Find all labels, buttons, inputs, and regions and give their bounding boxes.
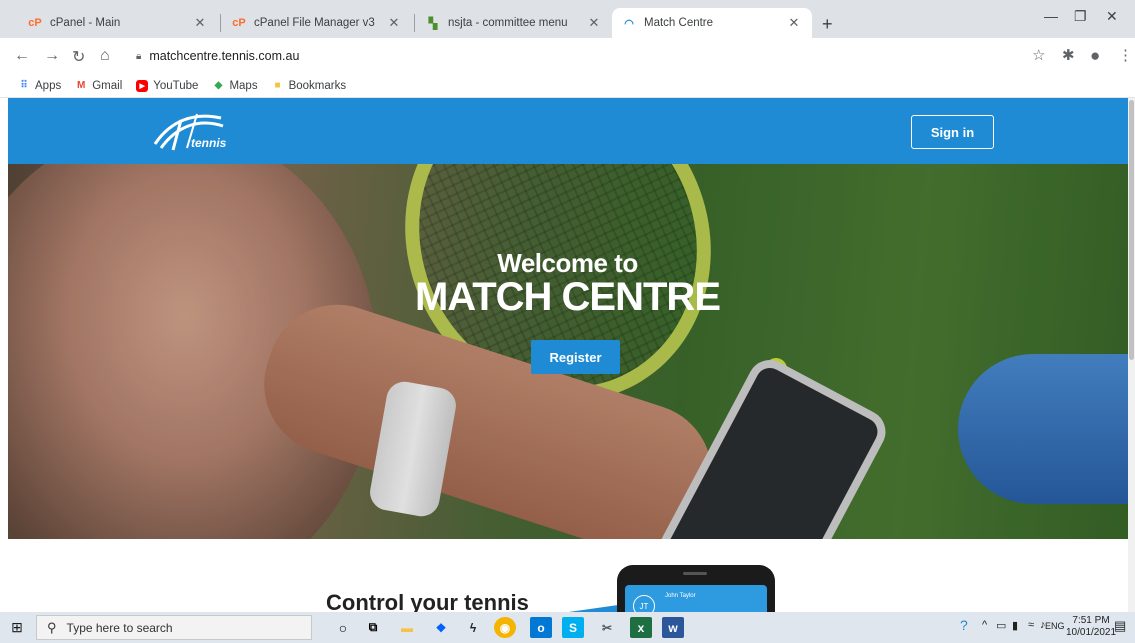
folder-icon: ■ [274,80,281,91]
apps-grid-icon: ⠿ [20,80,28,91]
minimize-button[interactable]: — [1044,8,1058,24]
clock-date: 10/01/2021 [1066,627,1117,638]
snipping-tool-icon[interactable]: ✂ [596,617,618,638]
logo-text: tennis [191,136,227,150]
bookmark-star-icon[interactable]: ☆ [1032,46,1045,64]
app-preview-screen: JT John Taylor [625,585,767,612]
profile-icon[interactable]: ● [1090,46,1100,66]
phone-speaker [683,572,707,575]
windows-taskbar: ⊞ ⚲ Type here to search ○ ⧉ ▬ ❖ ϟ ◉ o S … [0,612,1135,643]
network-icon[interactable]: ▭ [996,619,1006,632]
tab-cpanel-main[interactable]: cP cPanel - Main ✕ [18,8,218,38]
help-icon[interactable]: ? [960,617,968,633]
tab-divider [220,14,221,32]
close-icon[interactable]: ✕ [586,15,602,31]
nsjta-icon: ▚ [428,17,438,30]
avatar: JT [633,595,655,612]
bookmark-label: YouTube [153,79,199,92]
site-header: tennis Sign in [8,98,1128,164]
search-placeholder: Type here to search [66,620,173,635]
wifi-icon[interactable]: ≈ [1028,619,1034,631]
taskbar-clock[interactable]: 7:51 PM 10/01/2021 [1066,615,1116,639]
word-icon[interactable]: w [662,617,684,638]
bookmark-label: Maps [229,79,258,92]
tab-title: Match Centre [644,17,714,29]
lock-icon: 🔒︎ [136,50,142,62]
cpanel-icon: cP [232,17,246,29]
tab-title: nsjta - committee menu [448,17,568,29]
bookmark-label: Gmail [92,79,123,92]
close-icon[interactable]: ✕ [386,15,402,31]
start-button[interactable]: ⊞ [0,612,34,643]
tennis-logo-icon: ◠ [624,17,634,30]
browser-tabstrip: cP cPanel - Main ✕ cP cPanel File Manage… [0,0,1135,38]
file-explorer-icon[interactable]: ▬ [396,617,418,638]
close-icon[interactable]: ✕ [786,15,802,31]
dropbox-icon[interactable]: ❖ [430,617,452,638]
taskbar-search-box[interactable]: ⚲ Type here to search [36,615,312,640]
gmail-icon: M [77,80,86,91]
restore-button[interactable]: ❐ [1074,8,1087,25]
section-heading: Control your tennis [326,590,529,612]
notifications-icon[interactable]: ▤ [1114,618,1126,634]
reload-button[interactable]: ↻ [72,47,85,67]
chevron-up-icon[interactable]: ^ [982,619,987,631]
app-bolt-icon[interactable]: ϟ [462,617,484,638]
decorative-flag [560,604,620,612]
app-preview-phone: JT John Taylor [617,565,775,612]
windows-logo-icon: ⊞ [11,619,23,635]
task-view-icon[interactable]: ⧉ [362,617,384,638]
register-button[interactable]: Register [531,340,620,374]
new-tab-button[interactable]: + [822,14,833,35]
tab-divider [414,14,415,32]
forward-button[interactable]: → [44,47,60,65]
bookmarks-bar: ⠿ Apps M Gmail ▶ YouTube ◆ Maps ■ Bookma… [0,74,1135,98]
clock-time: 7:51 PM [1072,615,1110,626]
sign-in-button[interactable]: Sign in [911,115,994,149]
tennis-logo[interactable]: tennis [151,110,231,152]
tab-title: cPanel - Main [50,17,121,29]
scrollbar-thumb[interactable] [1129,100,1134,360]
close-icon[interactable]: ✕ [192,15,208,31]
bookmark-maps[interactable]: ◆ Maps [212,79,258,92]
chrome-icon[interactable]: ◉ [494,617,516,638]
web-page: tennis Sign in Welcome to MATCH CENTRE R… [8,98,1128,612]
page-scrollbar[interactable] [1128,98,1135,612]
back-button[interactable]: ← [14,47,30,65]
cpanel-icon: cP [28,17,42,29]
hero-title: MATCH CENTRE [414,275,721,319]
language-indicator[interactable]: ENG [1045,621,1065,631]
menu-icon[interactable]: ⋮ [1118,46,1133,64]
outlook-icon[interactable]: o [530,617,552,638]
maps-icon: ◆ [214,80,223,91]
browser-toolbar: ← → ↻ ⌂ 🔒︎ matchcentre.tennis.com.au ☆ ✱… [0,38,1135,74]
bookmark-gmail[interactable]: M Gmail [75,80,122,92]
bookmark-folder[interactable]: ■ Bookmarks [272,80,347,92]
extensions-icon[interactable]: ✱ [1062,46,1075,64]
address-bar[interactable]: 🔒︎ matchcentre.tennis.com.au [126,43,1026,69]
bookmark-apps[interactable]: ⠿ Apps [18,80,61,92]
youtube-icon: ▶ [136,79,149,92]
bookmark-label: Apps [35,79,62,92]
tab-cpanel-file-manager[interactable]: cP cPanel File Manager v3 ✕ [222,8,412,38]
close-window-button[interactable]: ✕ [1106,8,1118,25]
search-icon: ⚲ [47,619,57,635]
app-user-name: John Taylor [665,593,696,599]
tab-nsjta-committee[interactable]: ▚ nsjta - committee menu ✕ [416,8,612,38]
skype-icon[interactable]: S [562,617,584,638]
url-text: matchcentre.tennis.com.au [149,49,300,63]
battery-icon[interactable]: ▮ [1012,619,1018,632]
bookmark-label: Bookmarks [288,79,347,92]
home-button[interactable]: ⌂ [100,47,110,65]
excel-icon[interactable]: x [630,617,652,638]
tab-match-centre[interactable]: ◠ Match Centre ✕ [612,8,812,38]
tab-title: cPanel File Manager v3 [254,17,375,29]
cortana-icon[interactable]: ○ [332,617,354,638]
bookmark-youtube[interactable]: ▶ YouTube [136,79,199,92]
features-section: JT John Taylor Control your tennis [8,539,1128,612]
